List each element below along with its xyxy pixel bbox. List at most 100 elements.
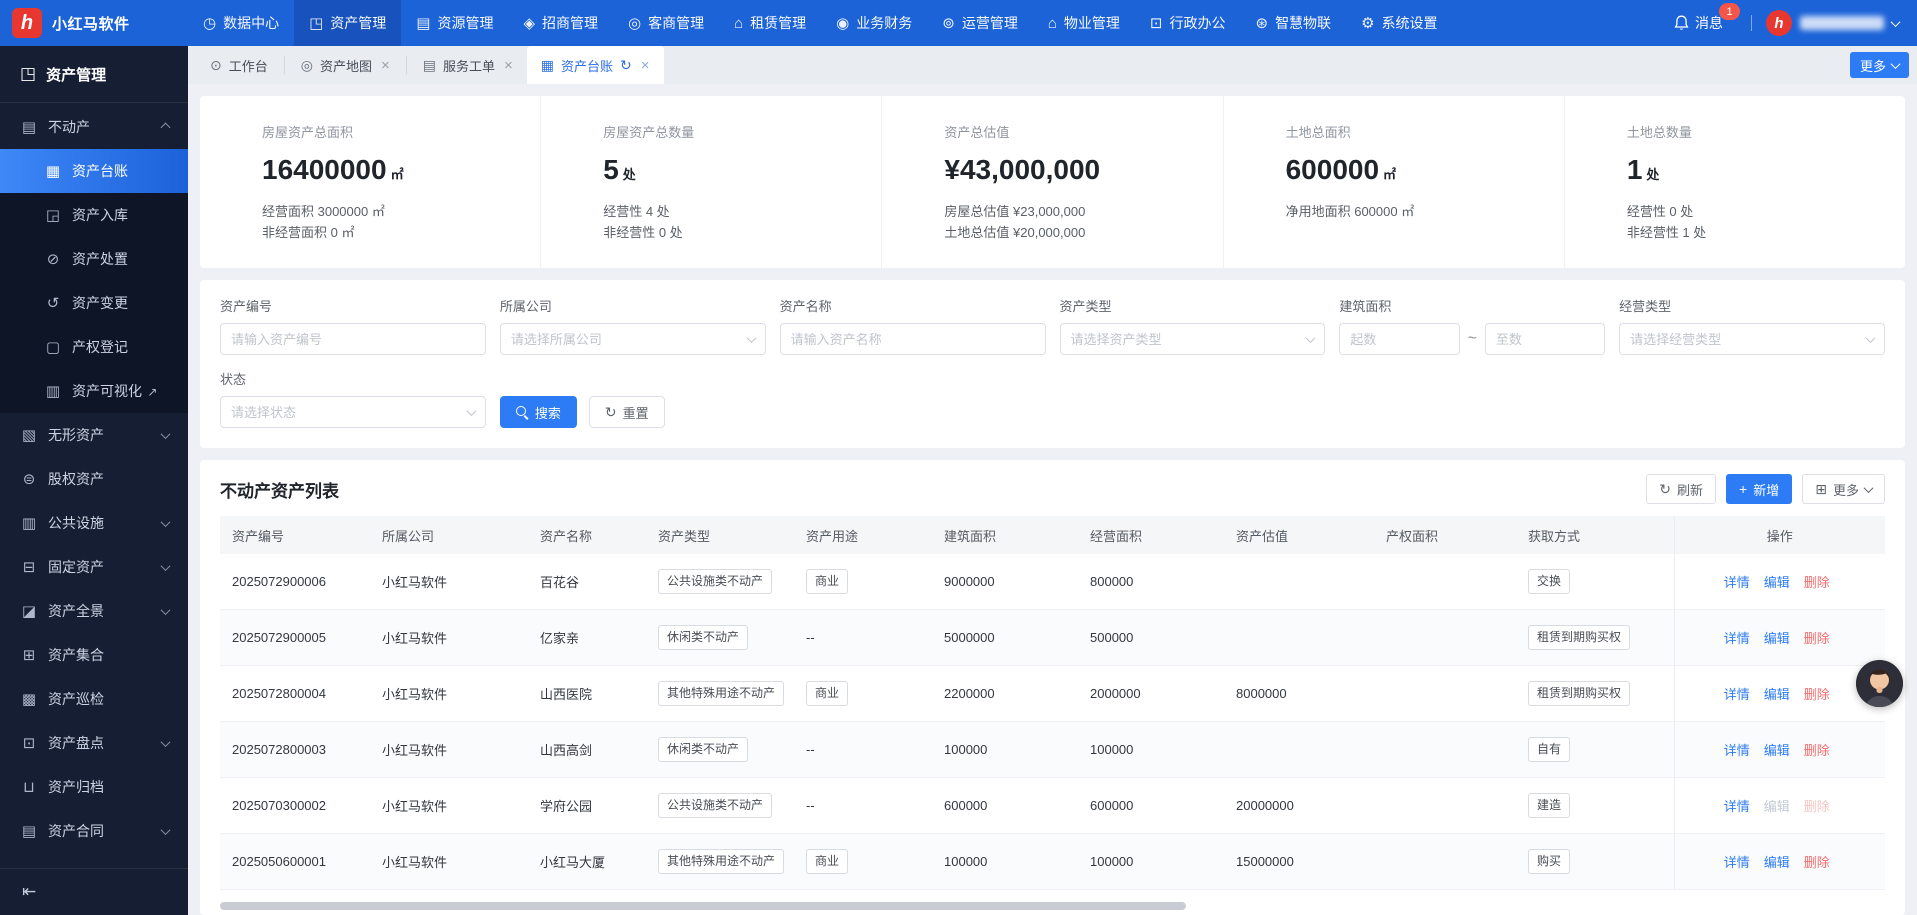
asset-map-icon: ◎ bbox=[301, 57, 313, 74]
sidebar-item-asset-visualization[interactable]: ▥资产可视化 ↗ bbox=[0, 369, 188, 413]
tab-asset-map[interactable]: ◎资产地图× bbox=[287, 46, 404, 84]
tab-workbench[interactable]: ⊙工作台 bbox=[196, 46, 282, 84]
tab-close-icon[interactable]: × bbox=[641, 57, 650, 74]
cell-asset-no: 2025072900006 bbox=[220, 554, 370, 610]
sidebar-item-label: 资产全景 bbox=[48, 601, 152, 621]
add-button[interactable]: + 新增 bbox=[1726, 474, 1792, 504]
edit-link[interactable]: 编辑 bbox=[1764, 575, 1790, 590]
nav-item-system-settings[interactable]: ⚙系统设置 bbox=[1346, 0, 1452, 46]
sidebar-item-equity-assets[interactable]: ⊜股权资产 bbox=[0, 457, 188, 501]
detail-link[interactable]: 详情 bbox=[1724, 799, 1750, 814]
asset-no-field[interactable] bbox=[231, 332, 475, 347]
edit-link[interactable]: 编辑 bbox=[1764, 855, 1790, 870]
asset-type-field[interactable] bbox=[1071, 332, 1302, 347]
delete-link[interactable]: 删除 bbox=[1804, 855, 1830, 870]
detail-link[interactable]: 详情 bbox=[1724, 687, 1750, 702]
horizontal-scrollbar[interactable] bbox=[220, 900, 1885, 912]
detail-link[interactable]: 详情 bbox=[1724, 743, 1750, 758]
nav-item-smart-iot[interactable]: ⊛智慧物联 bbox=[1240, 0, 1346, 46]
nav-item-investment-mgmt[interactable]: ◈招商管理 bbox=[508, 0, 613, 46]
nav-item-business-finance[interactable]: ◉业务财务 bbox=[821, 0, 927, 46]
sidebar-item-asset-change[interactable]: ↺资产变更 bbox=[0, 281, 188, 325]
tab-refresh-icon[interactable]: ↻ bbox=[620, 57, 632, 74]
asset-type-select[interactable] bbox=[1060, 323, 1326, 355]
nav-item-merchant-mgmt[interactable]: ◎客商管理 bbox=[613, 0, 719, 46]
tab-service-order[interactable]: ▤服务工单× bbox=[409, 46, 527, 84]
sidebar-item-asset-collection[interactable]: ⊞资产集合 bbox=[0, 633, 188, 677]
stat-sublines: 房屋总估值 ¥23,000,000土地总估值 ¥20,000,000 bbox=[944, 201, 1212, 243]
list-more-button[interactable]: ⊞ 更多 bbox=[1802, 474, 1885, 504]
search-button[interactable]: 搜索 bbox=[500, 396, 577, 428]
asset-no-input[interactable] bbox=[220, 323, 486, 355]
edit-link[interactable]: 编辑 bbox=[1764, 631, 1790, 646]
cell-operations: 详情编辑删除 bbox=[1674, 778, 1885, 834]
tabs-more-button[interactable]: 更多 bbox=[1850, 52, 1909, 78]
building-area-from-input[interactable] bbox=[1339, 323, 1459, 355]
asset-archive-icon: ⊔ bbox=[20, 778, 38, 796]
delete-link[interactable]: 删除 bbox=[1804, 631, 1830, 646]
asset-name-input[interactable] bbox=[780, 323, 1046, 355]
building-area-to-field[interactable] bbox=[1496, 332, 1594, 347]
sidebar-collapse-button[interactable]: ⇤ bbox=[0, 868, 188, 915]
tab-asset-ledger[interactable]: ▦资产台账↻× bbox=[527, 46, 664, 84]
stat-value: 600000㎡ bbox=[1286, 154, 1554, 186]
scrollbar-thumb[interactable] bbox=[220, 902, 1186, 910]
chevron-down-icon bbox=[161, 825, 171, 835]
building-area-from-field[interactable] bbox=[1350, 332, 1448, 347]
refresh-icon: ↻ bbox=[1659, 482, 1671, 496]
delete-link[interactable]: 删除 bbox=[1804, 687, 1830, 702]
sidebar-item-asset-inbound[interactable]: ◲资产入库 bbox=[0, 193, 188, 237]
detail-link[interactable]: 详情 bbox=[1724, 575, 1750, 590]
nav-item-admin-office[interactable]: ⊡行政办公 bbox=[1135, 0, 1241, 46]
stat-house-total-area: 房屋资产总面积16400000㎡经营面积 3000000 ㎡非经营面积 0 ㎡ bbox=[200, 96, 541, 268]
table-row: 2025070300002小红马软件学府公园公共设施类不动产--60000060… bbox=[220, 778, 1885, 834]
nav-item-resource-mgmt[interactable]: ▤资源管理 bbox=[401, 0, 508, 46]
filter-label: 建筑面积 bbox=[1339, 296, 1605, 315]
company-field[interactable] bbox=[511, 332, 742, 347]
status-select[interactable] bbox=[220, 396, 486, 428]
nav-item-data-center[interactable]: ◷数据中心 bbox=[188, 0, 294, 46]
edit-link[interactable]: 编辑 bbox=[1764, 743, 1790, 758]
reset-icon: ↻ bbox=[605, 405, 617, 419]
asset-name-field[interactable] bbox=[791, 332, 1035, 347]
tab-close-icon[interactable]: × bbox=[504, 57, 513, 74]
assistant-avatar[interactable] bbox=[1856, 660, 1903, 707]
sidebar-item-asset-disposal[interactable]: ⊘资产处置 bbox=[0, 237, 188, 281]
edit-link[interactable]: 编辑 bbox=[1764, 687, 1790, 702]
delete-link[interactable]: 删除 bbox=[1804, 575, 1830, 590]
sidebar-item-asset-inspection[interactable]: ▩资产巡检 bbox=[0, 677, 188, 721]
operating-type-field[interactable] bbox=[1630, 332, 1861, 347]
detail-link[interactable]: 详情 bbox=[1724, 855, 1750, 870]
nav-item-asset-mgmt[interactable]: ◳资产管理 bbox=[294, 0, 401, 46]
user-menu[interactable]: h bbox=[1766, 10, 1899, 36]
sidebar-item-intangible-assets[interactable]: ▧无形资产 bbox=[0, 413, 188, 457]
sidebar-item-asset-panorama[interactable]: ◪资产全景 bbox=[0, 589, 188, 633]
nav-item-label: 租赁管理 bbox=[750, 13, 806, 33]
cell-asset-type: 其他特殊用途不动产 bbox=[646, 834, 794, 890]
sidebar-item-real-estate[interactable]: ▤不动产 bbox=[0, 105, 188, 149]
nav-item-property-mgmt[interactable]: ⌂物业管理 bbox=[1033, 0, 1135, 46]
refresh-button[interactable]: ↻ 刷新 bbox=[1646, 474, 1716, 504]
acquisition-tag: 租赁到期购买权 bbox=[1528, 625, 1630, 649]
sidebar-item-asset-archive[interactable]: ⊔资产归档 bbox=[0, 765, 188, 809]
status-field[interactable] bbox=[231, 405, 462, 420]
reset-button[interactable]: ↻重置 bbox=[589, 396, 665, 428]
asset-collection-icon: ⊞ bbox=[20, 646, 38, 664]
sidebar-item-asset-contract[interactable]: ▤资产合同 bbox=[0, 809, 188, 853]
tab-close-icon[interactable]: × bbox=[381, 57, 390, 74]
sidebar-item-property-registration[interactable]: ▢产权登记 bbox=[0, 325, 188, 369]
sidebar-item-fixed-assets[interactable]: ⊟固定资产 bbox=[0, 545, 188, 589]
company-select[interactable] bbox=[500, 323, 766, 355]
operating-type-select[interactable] bbox=[1619, 323, 1885, 355]
sidebar-item-public-facilities[interactable]: ▥公共设施 bbox=[0, 501, 188, 545]
delete-link[interactable]: 删除 bbox=[1804, 743, 1830, 758]
sidebar-item-asset-ledger[interactable]: ▦资产台账 bbox=[0, 149, 188, 193]
sidebar-item-asset-stocktake[interactable]: ⊡资产盘点 bbox=[0, 721, 188, 765]
nav-item-leasing-mgmt[interactable]: ⌂租赁管理 bbox=[719, 0, 821, 46]
chevron-up-icon bbox=[161, 122, 171, 132]
messages-button[interactable]: 消息 1 bbox=[1674, 13, 1723, 33]
building-area-to-input[interactable] bbox=[1485, 323, 1605, 355]
nav-item-operations-mgmt[interactable]: ⊚运营管理 bbox=[927, 0, 1033, 46]
filter-label: 资产名称 bbox=[780, 296, 1046, 315]
detail-link[interactable]: 详情 bbox=[1724, 631, 1750, 646]
